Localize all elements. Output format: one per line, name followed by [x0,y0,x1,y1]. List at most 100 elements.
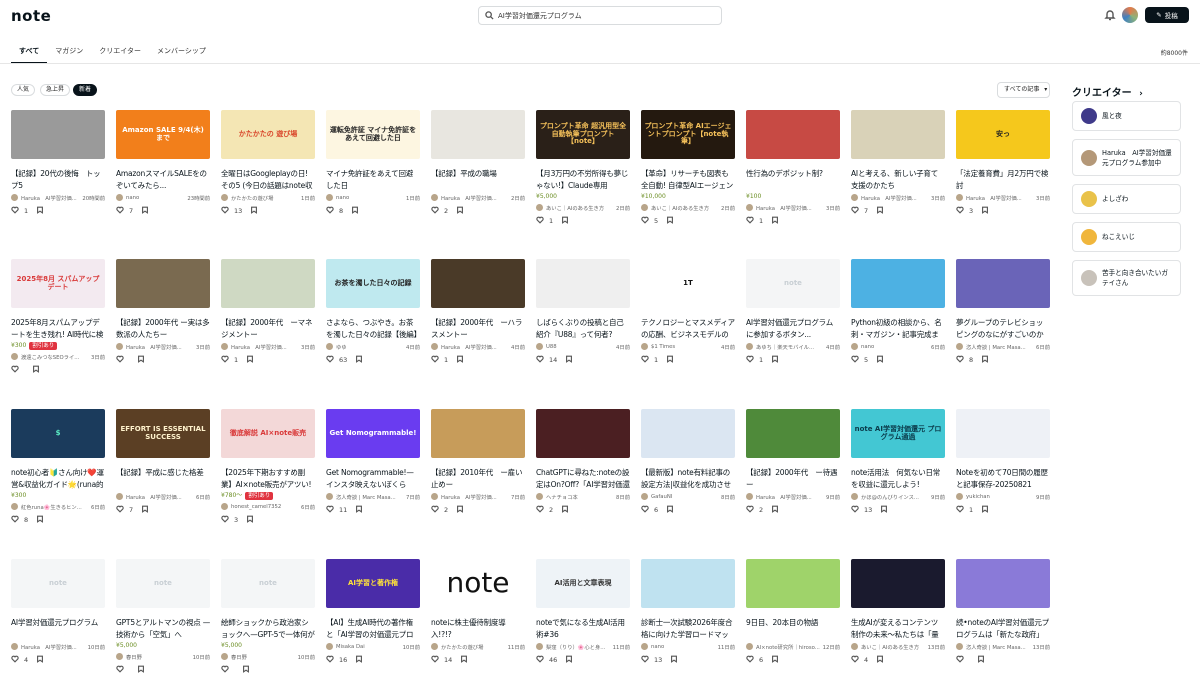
post-button[interactable]: ✎ 投稿 [1145,7,1189,23]
article-thumbnail[interactable] [641,409,735,458]
article-title[interactable]: 夢グループのテレビショッピングのなにがすごいのか—ノモグラムとレッシグ四... [956,317,1050,340]
article-title[interactable]: ChatGPTに尋ねた:noteの設定はOn?Off?「AI学習対価還元プログラ… [536,467,630,490]
like-button[interactable] [956,655,969,665]
author-row[interactable]: かたかたの遊び場 1日前 [221,193,315,202]
like-button[interactable] [116,355,129,365]
like-button[interactable]: 13 [221,206,242,216]
article-thumbnail[interactable]: お茶を濁した日々の記録 [326,259,420,308]
article-thumbnail[interactable] [536,409,630,458]
author-row[interactable]: Haruka AI学習対価... 9日前 [746,492,840,501]
article-thumbnail[interactable] [746,409,840,458]
article-card[interactable]: 【記録】2010年代 ー雇い止めー Haruka AI学習対価... 7日前 2 [431,409,525,515]
article-title[interactable]: 【記録】平成に感じた格差 [116,467,210,490]
article-title[interactable]: テクノロジーとマスメディアの応酬、ビジネスモデルの変革が鍵 [641,317,735,340]
bookmark-icon[interactable] [771,655,779,665]
author-row[interactable]: nano 1日前 [326,193,420,202]
bookmark-icon[interactable] [981,206,989,216]
article-card[interactable]: 生成AIが変えるコンテンツ制作の未来〜私たちは「量産型」になってしまうのか...… [851,559,945,665]
article-title[interactable]: 【記録】2000年代 ー実は多数派の人たちー [116,317,210,340]
article-title[interactable]: note活用法 何気ない日常を収益に還元しよう! [851,467,945,490]
author-row[interactable]: Misaka Dai 10日前 [326,642,420,651]
article-thumbnail[interactable]: EFFORT IS ESSENTIAL SUCCESS [116,409,210,458]
like-button[interactable]: 11 [326,505,347,515]
bookmark-icon[interactable] [876,655,884,665]
creator-card[interactable]: ねこえいじ [1072,222,1181,252]
article-thumbnail[interactable]: Amazon SALE 9/4(木)まで [116,110,210,159]
article-card[interactable]: note AI学習対価還元 プログラム通過 note活用法 何気ない日常を収益に還… [851,409,945,515]
note-logo[interactable]: note [11,7,51,25]
article-title[interactable]: Noteを初めて70日間の履歴と記事保存-20250821 [956,467,1050,490]
like-button[interactable]: 2 [746,505,763,515]
filter-new[interactable]: 新着 [73,84,98,96]
bookmark-icon[interactable] [242,665,250,675]
article-card[interactable]: AI活用と文章表現 noteで気になる生成AI活用術#36 梨窪（りり）🌸心と身..… [536,559,630,665]
article-card[interactable]: AI学習と著作権【AI】生成AI時代の著作権と「AI学習の対価還元プログラム」の… [326,559,420,665]
author-row[interactable]: nano 23時間前 [116,193,210,202]
bookmark-icon[interactable] [771,505,779,515]
like-button[interactable] [11,365,24,375]
article-card[interactable]: 診断士一次試験2026年度合格に向けた学習ロードマップと生成AI活用計画 nano… [641,559,735,665]
article-card[interactable]: EFFORT IS ESSENTIAL SUCCESS 【記録】平成に感じた格差 H… [116,409,210,515]
article-thumbnail[interactable]: かたかたの 遊び場 [221,110,315,159]
article-title[interactable]: 【AI】生成AI時代の著作権と「AI学習の対価還元プログラム」の社会的意義 [326,617,420,640]
author-row[interactable]: あゆち｜楽天モバイル... 4日前 [746,342,840,351]
like-button[interactable]: 4 [11,655,28,665]
article-thumbnail[interactable] [536,259,630,308]
article-title[interactable]: 【記録】20代の後悔 トップ5 [11,168,105,191]
author-row[interactable]: 春日野 10日前 [221,652,315,661]
article-title[interactable]: 【記録】2000年代 ー待遇ー [746,467,840,490]
article-card[interactable]: Python初級の相談から、名刺・マガジン・記事完成まで!?生成AIと走る「脱線… [851,259,945,365]
article-title[interactable]: AIと考える、新しい子育て支援のかたち [851,168,945,191]
article-thumbnail[interactable]: プロンプト革命 超汎用型全自動執筆プロンプト【note】 [536,110,630,159]
like-button[interactable]: 46 [536,655,557,665]
bookmark-icon[interactable] [355,355,363,365]
author-row[interactable]: nano 11日前 [641,642,735,651]
bookmark-icon[interactable] [666,505,674,515]
bookmark-icon[interactable] [876,355,884,365]
article-card[interactable]: 9日目、20本目の物語 AI×note研究所｜hiroso... 12日前 6 [746,559,840,665]
article-title[interactable]: 続•noteのAI学習対価還元プログラムは「新たな政府」の誕生である—ノモグラ.… [956,617,1050,640]
article-card[interactable]: 夢グループのテレビショッピングのなにがすごいのか—ノモグラムとレッシグ四... 恣… [956,259,1050,365]
creator-card[interactable]: よしざわ [1072,184,1181,214]
article-card[interactable]: 徹底解説 AI×note販売 【2025年下期おすすめ副業】AI×note販売がア… [221,409,315,525]
article-card[interactable]: お茶を濁した日々の記録 さよなら、つぶやき。お茶を濁した日々の記録【後編】 ゆゆ 4日… [326,259,420,365]
article-title[interactable]: 「法定養育費」月2万円で検討 [956,168,1050,191]
like-button[interactable]: 1 [536,216,553,226]
article-thumbnail[interactable]: 徹底解説 AI×note販売 [221,409,315,458]
author-row[interactable]: Haruka AI学習対価... 7日前 [431,492,525,501]
author-row[interactable]: Haruka AI学習対価... 20時間前 [11,193,105,202]
article-thumbnail[interactable]: $ [11,409,105,458]
bookmark-icon[interactable] [666,216,674,226]
article-thumbnail[interactable]: note [11,559,105,608]
bookmark-icon[interactable] [351,206,359,216]
bookmark-icon[interactable] [137,665,145,675]
article-title[interactable]: 9日目、20本目の物語 [746,617,840,640]
tab-creator[interactable]: クリエイター [91,44,149,64]
author-row[interactable]: 梨窪（りり）🌸心と身... 11日前 [536,642,630,651]
bookmark-icon[interactable] [137,355,145,365]
article-card[interactable]: note GPT5とアルトマンの視点 — 技術から「空気」へ ¥5,000 春日野 10… [116,559,210,675]
author-row[interactable]: AI×note研究所｜hiroso... 12日前 [746,642,840,651]
sort-dropdown[interactable]: すべての記事 ▾ [997,82,1050,98]
article-thumbnail[interactable]: 安っ [956,110,1050,159]
article-title[interactable]: 性行為のデポジット制? [746,168,840,191]
article-card[interactable]: プロンプト革命 AIエージェントプロンプト【note執筆】 【革命】リサーチも図表… [641,110,735,226]
article-title[interactable]: さよなら、つぶやき。お茶を濁した日々の記録【後編】 [326,317,420,340]
article-thumbnail[interactable] [956,259,1050,308]
article-thumbnail[interactable] [221,259,315,308]
article-thumbnail[interactable] [851,259,945,308]
filter-popular[interactable]: 人気 [11,84,36,96]
author-row[interactable]: 恣人奇談 | Marc Masa... 7日前 [326,492,420,501]
article-title[interactable]: 絵師ショックから政治家ショックへ—GPT-5で一体何が変わったのか [221,617,315,640]
bookmark-icon[interactable] [565,655,573,665]
author-row[interactable]: honest_camel7352 6日前 [221,502,315,511]
author-row[interactable]: Haruka AI学習対価... 2日前 [431,193,525,202]
article-title[interactable]: noteに株主優待制度導入!?!? [431,617,525,640]
bookmark-icon[interactable] [36,515,44,525]
like-button[interactable] [116,665,129,675]
article-card[interactable]: ChatGPTに尋ねた:noteの設定はOn?Off?「AI学習対価還元プログラ… [536,409,630,515]
author-row[interactable]: 春日野 10日前 [116,652,210,661]
article-card[interactable]: note noteに株主優待制度導入!?!? かたかたの遊び場 11日前 14 [431,559,525,665]
bookmark-icon[interactable] [981,355,989,365]
article-thumbnail[interactable] [851,559,945,608]
